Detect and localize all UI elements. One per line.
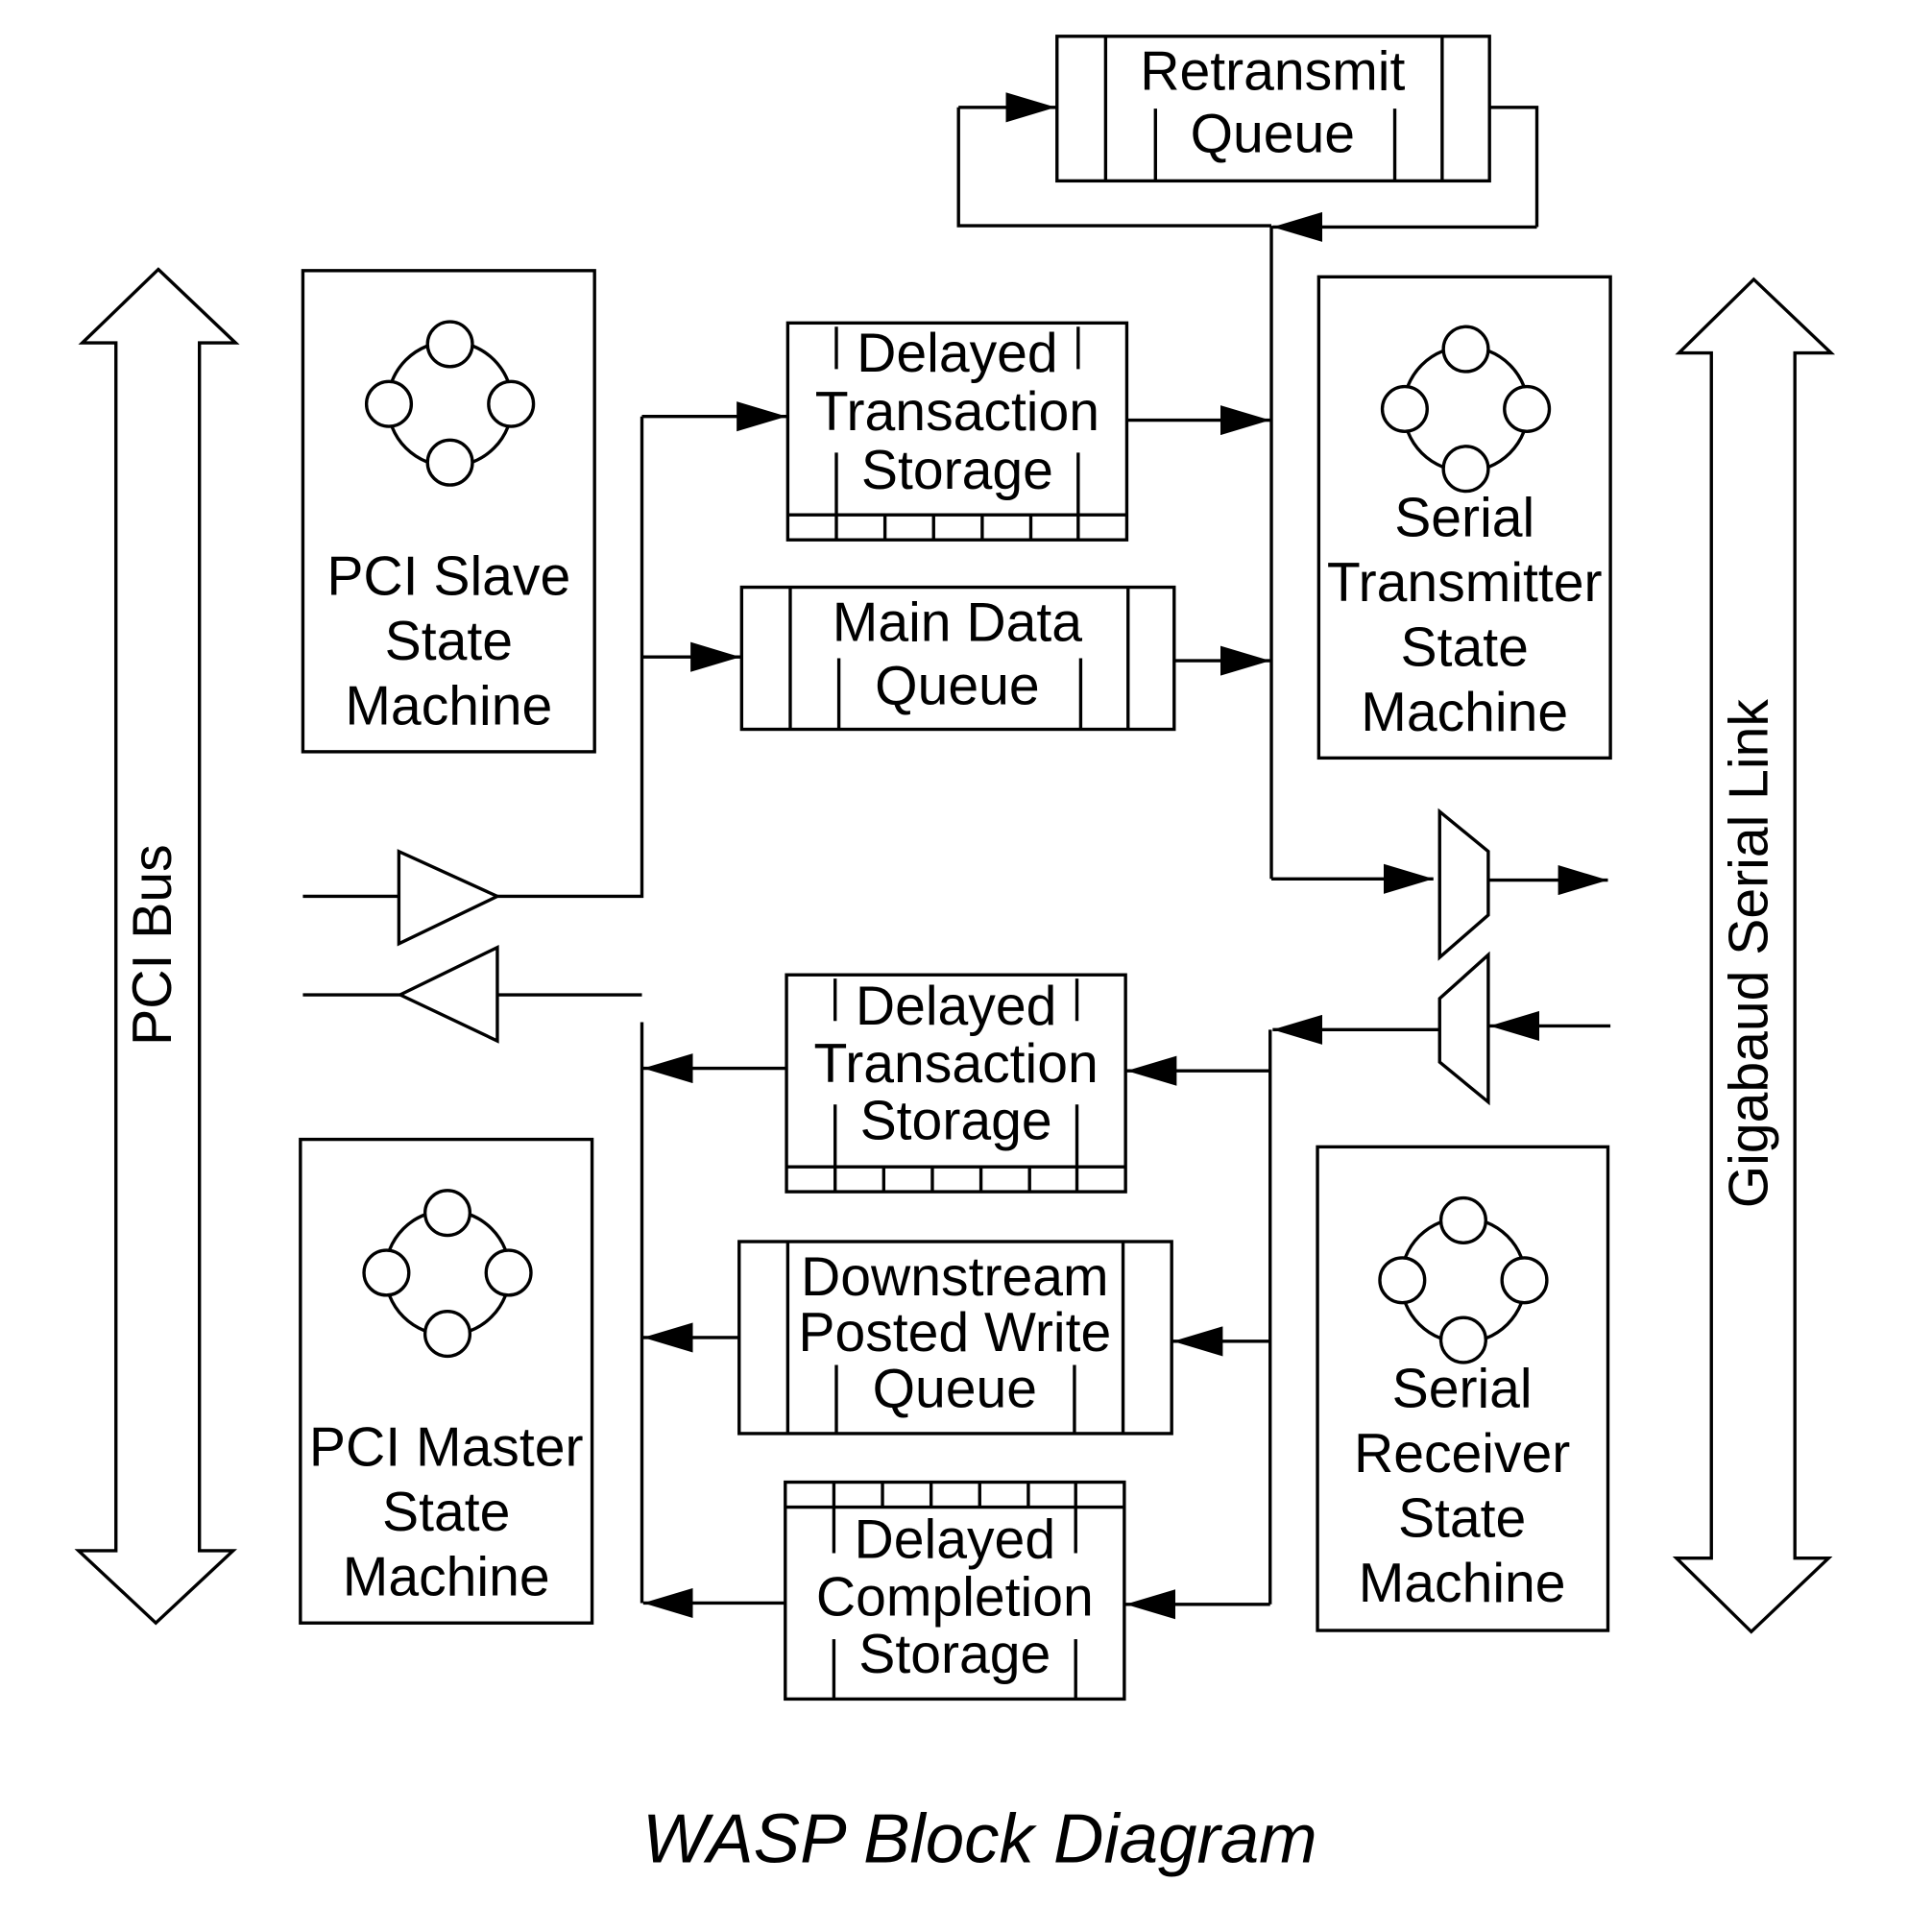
label-line: Machine: [343, 1547, 550, 1608]
label-line: Main Data: [833, 591, 1083, 653]
label-line: Serial: [1392, 1359, 1533, 1420]
label-line: Transaction: [813, 1033, 1098, 1095]
label-line: Completion: [816, 1566, 1094, 1628]
delayed-transaction-storage-downstream: Delayed Transaction Storage: [785, 973, 1127, 1194]
label-line: State: [1398, 1488, 1526, 1550]
label-line: State: [382, 1482, 510, 1543]
pci-bus-arrow: PCI Bus: [74, 267, 240, 1626]
serial-link-arrow: Gigabaud Serial Link: [1672, 277, 1836, 1634]
label-line: Downstream: [801, 1246, 1109, 1308]
label-line: Transmitter: [1327, 552, 1603, 614]
main-data-queue: Main Data Queue: [739, 585, 1176, 732]
pci-bus-label: PCI Bus: [122, 844, 183, 1045]
label-line: Queue: [1191, 104, 1355, 165]
serial-link-label: Gigabaud Serial Link: [1719, 699, 1780, 1209]
label-line: Machine: [1361, 682, 1568, 743]
wasp-block-diagram: PCI Bus Gigabaud Serial Link PCI Slave S…: [74, 35, 1836, 1877]
label-line: State: [1401, 616, 1529, 678]
label-line: Delayed: [855, 1509, 1056, 1571]
downstream-posted-write-queue: Downstream Posted Write Queue: [737, 1240, 1173, 1436]
diagram-caption: WASP Block Diagram: [642, 1799, 1317, 1877]
label-line: Storage: [861, 440, 1053, 501]
label-line: PCI Slave: [326, 545, 570, 607]
pci-slave-state-machine: PCI Slave State Machine: [301, 269, 596, 754]
label-line: Machine: [345, 675, 552, 736]
label-line: Machine: [1359, 1553, 1566, 1614]
label-line: Transaction: [815, 381, 1099, 443]
delayed-completion-storage: Delayed Completion Storage: [784, 1480, 1126, 1702]
label-line: Queue: [875, 656, 1039, 717]
label-line: Receiver: [1354, 1423, 1570, 1484]
label-line: Posted Write: [798, 1302, 1111, 1364]
label-line: State: [385, 611, 513, 672]
label-line: Delayed: [857, 323, 1058, 384]
serial-receiver-state-machine: Serial Receiver State Machine: [1316, 1145, 1610, 1632]
pci-master-state-machine: PCI Master State Machine: [299, 1137, 594, 1625]
label-line: Storage: [860, 1091, 1052, 1152]
serial-transmitter-state-machine: Serial Transmitter State Machine: [1316, 275, 1612, 760]
label-line: Storage: [858, 1624, 1051, 1685]
label-line: Retransmit: [1140, 41, 1405, 103]
transmit-mux-icon: [1437, 808, 1608, 961]
label-line: Queue: [873, 1359, 1037, 1420]
label-line: Delayed: [856, 976, 1057, 1037]
label-line: PCI Master: [309, 1417, 584, 1479]
retransmit-queue: Retransmit Queue: [1055, 35, 1491, 183]
delayed-transaction-storage-upstream: Delayed Transaction Storage: [785, 321, 1129, 542]
label-line: Serial: [1394, 487, 1534, 548]
